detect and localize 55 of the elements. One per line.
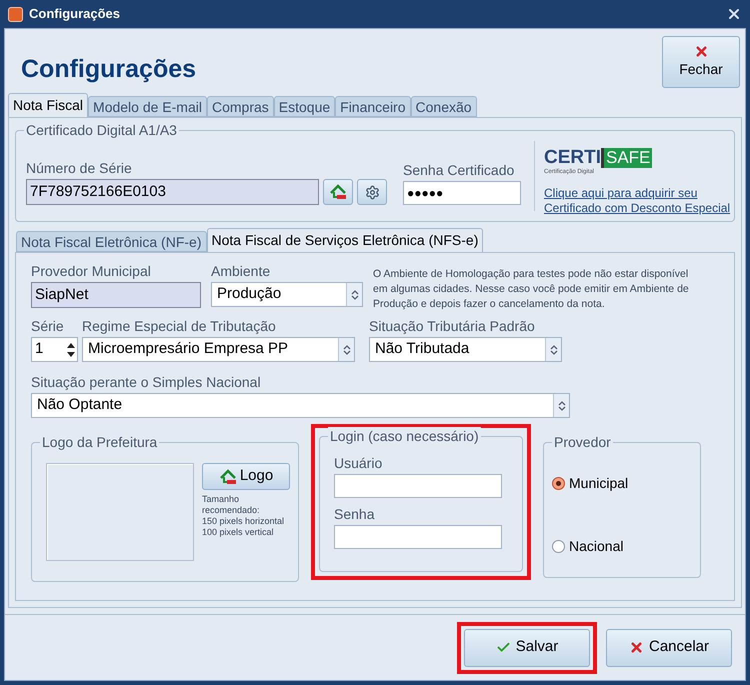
radio-option[interactable]: Nacional: [552, 536, 692, 557]
field-label: Usuário: [334, 454, 384, 473]
spinner-arrows-icon: [346, 283, 362, 306]
username-field[interactable]: [334, 474, 502, 498]
field-label: Senha Certificado: [403, 161, 516, 180]
environment-note: O Ambiente de Homologação para testes pode não estar disponível em algumas cidades. Nesse caso você pode emitir em Ambiente de Produção e depois fazer o cancelamento da nota.: [373, 267, 690, 312]
simples-select[interactable]: Não Optante: [31, 393, 570, 418]
window-title: Configurações: [29, 5, 120, 24]
password-field[interactable]: [334, 525, 502, 549]
tab[interactable]: Compras: [206, 96, 274, 117]
tab[interactable]: Conexão: [410, 96, 477, 117]
logo-size-hint: Tamanho recomendado: 150 pixels horizontal 100 pixels vertical: [202, 494, 286, 538]
spinner-arrows-icon: [338, 338, 354, 361]
load-button[interactable]: [323, 179, 353, 205]
tab[interactable]: Nota Fiscal: [8, 93, 88, 117]
tab[interactable]: Nota Fiscal de Serviços Eletrônica (NFS-e): [206, 228, 484, 252]
field-label: Situação Tributária Padrão: [369, 317, 536, 336]
app-icon: [8, 6, 23, 22]
field-label: Regime Especial de Tributação: [82, 317, 277, 336]
tab[interactable]: Estoque: [274, 96, 336, 117]
field-label: Situação perante o Simples Nacional: [31, 373, 262, 392]
password-field[interactable]: ●●●●●: [403, 181, 521, 205]
settings-icon: [364, 184, 380, 200]
page-heading: Configurações: [21, 54, 196, 85]
settings-button[interactable]: [357, 179, 387, 205]
radio-option[interactable]: Municipal: [552, 473, 692, 494]
purchase-link[interactable]: Clique aqui para adquirir seu Certificado com Desconto Especial: [544, 186, 734, 216]
save-button[interactable]: Salvar: [464, 628, 590, 666]
field-label: Ambiente: [211, 262, 272, 281]
field-label: Senha: [334, 505, 376, 524]
cancel-button[interactable]: Cancelar: [606, 628, 732, 666]
tax-status-select[interactable]: Não Tributada: [369, 337, 562, 362]
logo-text: SAFE: [601, 148, 652, 168]
cross-icon: [628, 640, 644, 655]
field-label: Provedor Municipal: [31, 262, 152, 281]
field-label: Série: [31, 317, 65, 336]
group-legend: Login (caso necessário): [328, 427, 481, 445]
environment-select[interactable]: Produção: [211, 282, 363, 307]
regime-select[interactable]: Microempresário Empresa PP: [82, 337, 355, 362]
radio-button[interactable]: [552, 477, 565, 490]
field-label: Número de Série: [26, 159, 133, 178]
spinner-arrows-icon: [545, 338, 561, 361]
close-icon[interactable]: [726, 6, 742, 22]
series-spinner[interactable]: 1: [31, 337, 78, 362]
logo-button[interactable]: Logo: [202, 463, 290, 490]
tab[interactable]: Nota Fiscal Eletrônica (NF-e): [16, 231, 206, 252]
close-button[interactable]: Fechar: [662, 36, 740, 88]
close-icon: [694, 44, 708, 59]
tab[interactable]: Modelo de E-mail: [88, 96, 207, 117]
radio-button[interactable]: [552, 540, 565, 553]
logo-text: CERTI: [544, 147, 601, 168]
provider-field[interactable]: SiapNet: [31, 282, 201, 308]
serial-field[interactable]: 7F789752166E0103: [26, 179, 319, 205]
spinner-arrows-icon: [553, 394, 569, 417]
tab[interactable]: Financeiro: [335, 96, 411, 117]
